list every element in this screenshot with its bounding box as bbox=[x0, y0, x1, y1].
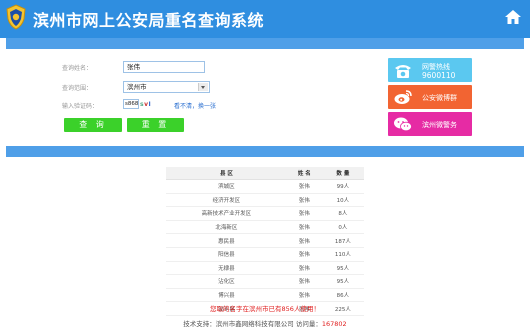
table-row: 北海新区 张伟 0人 bbox=[166, 220, 364, 235]
wechat-button[interactable]: 滨州微警务 bbox=[388, 112, 472, 136]
count-cell: 8人 bbox=[321, 206, 364, 221]
count-cell: 10人 bbox=[321, 193, 364, 208]
district-cell: 滨城区 bbox=[166, 179, 287, 194]
wechat-label: 滨州微警务 bbox=[422, 121, 457, 129]
police-badge-icon bbox=[6, 4, 26, 30]
hotline-number: 9600110 bbox=[422, 71, 456, 80]
reset-button[interactable]: 重 置 bbox=[127, 118, 184, 132]
district-cell: 惠民县 bbox=[166, 233, 287, 248]
hotline-button[interactable]: 网警热线 9600110 bbox=[388, 58, 472, 82]
column-header-district: 县 区 bbox=[166, 167, 287, 180]
phone-icon bbox=[395, 65, 411, 78]
district-cell: 高新技术产业开发区 bbox=[166, 206, 287, 221]
name-cell: 张伟 bbox=[286, 288, 322, 303]
name-cell: 张伟 bbox=[286, 206, 322, 221]
column-header-count: 数 量 bbox=[321, 167, 364, 180]
table-row: 惠民县 张伟 187人 bbox=[166, 233, 364, 248]
district-cell: 沾化区 bbox=[166, 274, 287, 289]
range-select[interactable]: 滨州市 bbox=[123, 81, 210, 93]
count-cell: 110人 bbox=[321, 247, 364, 262]
middle-divider-bar bbox=[6, 146, 524, 157]
footer-text: 技术支持：滨州市鑫网络科技有限公司 访问量： bbox=[183, 320, 322, 328]
weibo-icon bbox=[394, 90, 412, 104]
table-row: 阳信县 张伟 110人 bbox=[166, 247, 364, 262]
count-cell: 0人 bbox=[321, 220, 364, 235]
name-cell: 张伟 bbox=[286, 261, 322, 276]
captcha-input[interactable]: s868 bbox=[123, 99, 139, 109]
table-row: 滨城区 张伟 99人 bbox=[166, 179, 364, 194]
footer: 技术支持：滨州市鑫网络科技有限公司 访问量：167802 bbox=[0, 318, 530, 328]
captcha-label: 输入验证码： bbox=[62, 103, 99, 110]
count-cell: 95人 bbox=[321, 274, 364, 289]
district-cell: 经济开发区 bbox=[166, 193, 287, 208]
name-cell: 张伟 bbox=[286, 274, 322, 289]
query-button[interactable]: 查 询 bbox=[64, 118, 122, 132]
name-cell: 张伟 bbox=[286, 233, 322, 248]
chevron-down-icon bbox=[198, 83, 208, 91]
district-cell: 博兴县 bbox=[166, 288, 287, 303]
district-cell: 阳信县 bbox=[166, 247, 287, 262]
name-label: 查询姓名： bbox=[62, 65, 93, 72]
table-row: 高新技术产业开发区 张伟 8人 bbox=[166, 206, 364, 221]
table-row: 经济开发区 张伟 10人 bbox=[166, 193, 364, 208]
name-input[interactable]: 张伟 bbox=[123, 61, 205, 73]
name-cell: 张伟 bbox=[286, 193, 322, 208]
count-cell: 95人 bbox=[321, 261, 364, 276]
range-label: 查询范围： bbox=[62, 85, 93, 92]
column-header-name: 姓 名 bbox=[286, 167, 322, 180]
wechat-icon bbox=[394, 117, 412, 132]
name-cell: 张伟 bbox=[286, 220, 322, 235]
count-cell: 99人 bbox=[321, 179, 364, 194]
captcha-image[interactable]: svI bbox=[140, 101, 156, 109]
name-cell: 张伟 bbox=[286, 179, 322, 194]
district-cell: 无棣县 bbox=[166, 261, 287, 276]
weibo-button[interactable]: 公安微博群 bbox=[388, 85, 472, 109]
table-row: 沾化区 张伟 95人 bbox=[166, 274, 364, 289]
visit-count: 167802 bbox=[321, 320, 347, 328]
results-table: 县 区 姓 名 数 量 滨城区 张伟 99人 经济开发区 张伟 10人 高新技术产业开发… bbox=[166, 167, 364, 316]
count-cell: 187人 bbox=[321, 233, 364, 248]
weibo-label: 公安微博群 bbox=[422, 94, 457, 102]
table-row: 无棣县 张伟 95人 bbox=[166, 261, 364, 276]
district-cell: 北海新区 bbox=[166, 220, 287, 235]
refresh-captcha-link[interactable]: 看不清，换一张 bbox=[174, 101, 216, 110]
top-divider-bar bbox=[6, 38, 524, 49]
usage-notice: 您取的名字在滨州市已有856人使用！ bbox=[210, 305, 320, 313]
table-row: 博兴县 张伟 86人 bbox=[166, 288, 364, 303]
home-icon[interactable] bbox=[504, 9, 522, 25]
header-bar: 滨州市网上公安局重名查询系统 bbox=[0, 0, 530, 38]
name-cell: 张伟 bbox=[286, 247, 322, 262]
count-cell: 86人 bbox=[321, 288, 364, 303]
page-title: 滨州市网上公安局重名查询系统 bbox=[33, 11, 265, 30]
range-select-value: 滨州市 bbox=[127, 83, 147, 91]
table-header-row: 县 区 姓 名 数 量 bbox=[166, 167, 364, 180]
